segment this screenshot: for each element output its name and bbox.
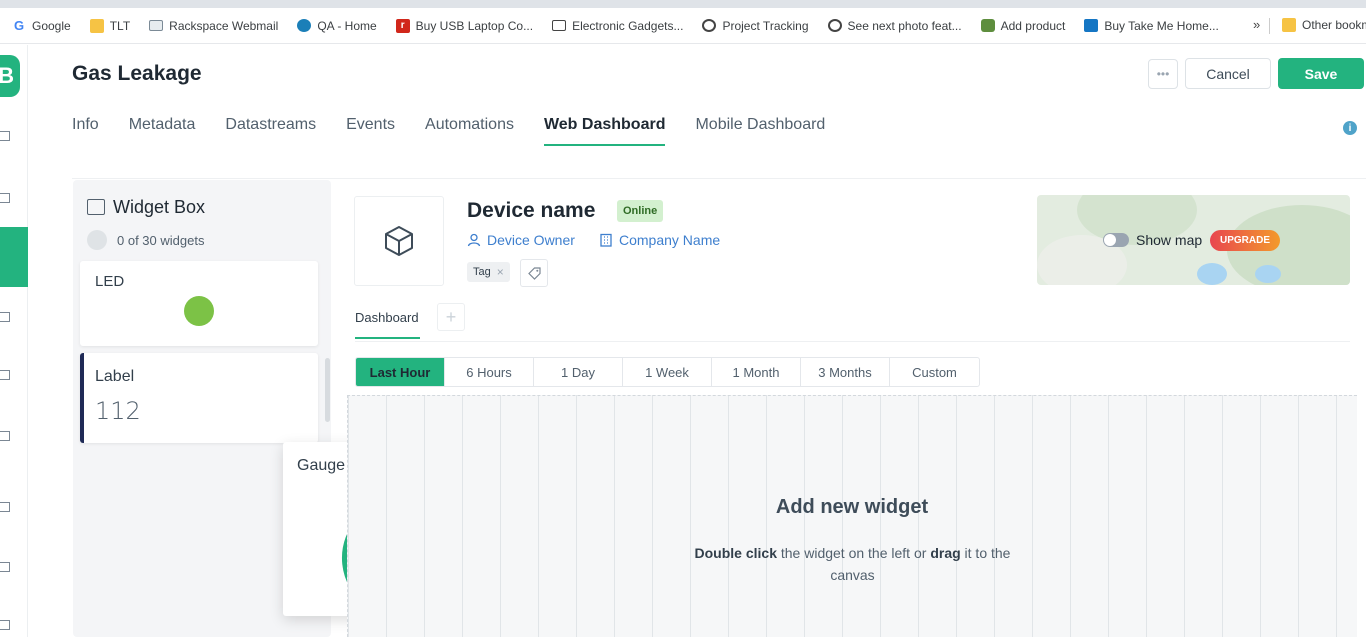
device-tag[interactable]: Tag ×	[467, 262, 510, 282]
add-widget-title: Add new widget	[775, 496, 929, 518]
led-indicator	[184, 296, 214, 326]
bookmarks-bar: G Google TLT Rackspace Webmail QA - Home …	[0, 8, 1366, 44]
developer-zone-nav-item[interactable]	[0, 227, 28, 287]
bookmark-rackspace[interactable]: Rackspace Webmail	[149, 19, 278, 33]
shopify-icon	[980, 19, 995, 32]
bookmark-qa-home[interactable]: QA - Home	[297, 19, 377, 33]
google-icon: G	[13, 18, 25, 33]
blynk-logo[interactable]: B	[0, 55, 20, 97]
tab-dashboard[interactable]: Dashboard	[355, 310, 420, 339]
widget-box-icon	[87, 199, 105, 215]
led-widget-title: LED	[95, 273, 125, 290]
browser-url-bar	[0, 0, 1366, 8]
device-image-placeholder[interactable]	[354, 196, 444, 286]
cancel-button[interactable]: Cancel	[1185, 58, 1271, 89]
show-map-label: Show map	[1136, 232, 1203, 248]
bookmark-usb-laptop[interactable]: r Buy USB Laptop Co...	[395, 18, 533, 33]
user-icon	[467, 233, 481, 247]
gadgets-icon	[552, 20, 567, 31]
range-1-day[interactable]: 1 Day	[534, 358, 623, 386]
folder-icon	[89, 18, 104, 33]
tab-info[interactable]: Info	[72, 116, 99, 146]
bookmark-add-product[interactable]: Add product	[980, 19, 1065, 33]
blynk-console: G Google TLT Rackspace Webmail QA - Home …	[0, 0, 1366, 637]
templates-nav-icon[interactable]	[0, 193, 10, 203]
tab-metadata[interactable]: Metadata	[129, 116, 196, 146]
more-options-button[interactable]: •••	[1148, 59, 1178, 89]
organizations-nav-icon[interactable]	[0, 502, 10, 512]
users-nav-icon[interactable]	[0, 431, 10, 441]
range-1-month[interactable]: 1 Month	[712, 358, 801, 386]
template-tabs: Info Metadata Datastreams Events Automat…	[72, 116, 855, 146]
device-owner-label: Device Owner	[487, 232, 575, 248]
range-last-hour[interactable]: Last Hour	[356, 358, 445, 386]
show-map-toggle[interactable]	[1103, 233, 1129, 247]
bookmark-tlt[interactable]: TLT	[89, 18, 130, 33]
label-widget-value: 112	[95, 397, 141, 425]
mail-icon	[149, 20, 164, 31]
widget-count: 0 of 30 widgets	[117, 233, 205, 248]
label-widget[interactable]: Label 112	[80, 353, 318, 443]
map-water	[1255, 265, 1281, 283]
bookmark-take-me-home[interactable]: Buy Take Me Home...	[1084, 19, 1219, 33]
range-6-hours[interactable]: 6 Hours	[445, 358, 534, 386]
save-button[interactable]: Save	[1278, 58, 1364, 89]
tab-web-dashboard[interactable]: Web Dashboard	[543, 116, 666, 146]
globe-icon	[702, 19, 717, 32]
time-range-selector: Last Hour 6 Hours 1 Day 1 Week 1 Month 3…	[355, 357, 980, 387]
automations-nav-icon[interactable]	[0, 370, 10, 380]
widget-usage-icon	[87, 230, 107, 250]
range-custom[interactable]: Custom	[890, 358, 979, 386]
devices-nav-icon[interactable]	[0, 312, 10, 322]
tag-remove-icon[interactable]: ×	[497, 265, 504, 279]
company-name-link[interactable]: Company Name	[599, 232, 720, 248]
usb-store-icon: r	[395, 18, 410, 33]
tag-icon	[527, 266, 541, 280]
range-1-week[interactable]: 1 Week	[623, 358, 712, 386]
bookmarks-overflow-button[interactable]: »	[1253, 17, 1260, 32]
page-title: Gas Leakage	[72, 62, 202, 85]
settings-nav-icon[interactable]	[0, 620, 10, 630]
upgrade-badge[interactable]: UPGRADE	[1210, 230, 1281, 251]
range-3-months[interactable]: 3 Months	[801, 358, 890, 386]
bookmark-next-photo[interactable]: See next photo feat...	[827, 19, 962, 33]
other-bookmarks[interactable]: Other bookm	[1282, 18, 1366, 32]
add-widget-hint: Double click the widget on the left or d…	[694, 545, 1011, 583]
device-owner-link[interactable]: Device Owner	[467, 232, 575, 248]
bookmarks-separator	[1269, 18, 1270, 34]
globe-icon	[827, 19, 842, 32]
map-water	[1197, 263, 1227, 285]
tag-label: Tag	[473, 266, 491, 278]
search-nav-icon[interactable]	[0, 131, 10, 141]
widget-box-title: Widget Box	[113, 197, 206, 217]
folder-icon	[1282, 18, 1296, 32]
label-widget-title: Label	[95, 368, 135, 385]
info-icon[interactable]: i	[1343, 121, 1357, 135]
led-widget[interactable]: LED	[80, 261, 318, 346]
add-dashboard-tab-button[interactable]: +	[437, 303, 465, 331]
status-badge: Online	[617, 200, 664, 222]
bookmark-project-tracking[interactable]: Project Tracking	[702, 19, 809, 33]
tab-datastreams[interactable]: Datastreams	[225, 116, 316, 146]
add-tag-button[interactable]	[520, 259, 548, 287]
device-name: Device name	[467, 199, 596, 222]
cube-icon	[385, 226, 413, 256]
tab-mobile-dashboard[interactable]: Mobile Dashboard	[695, 116, 825, 146]
locations-nav-icon[interactable]	[0, 562, 10, 572]
bookmark-electronic-gadgets[interactable]: Electronic Gadgets...	[552, 19, 683, 33]
divider	[72, 178, 1366, 179]
bookmark-google[interactable]: G Google	[12, 18, 71, 33]
tab-events[interactable]: Events	[346, 116, 395, 146]
store-icon	[1084, 19, 1099, 32]
left-nav: B	[0, 45, 28, 637]
building-icon	[600, 233, 612, 247]
company-name-label: Company Name	[619, 232, 721, 248]
qa-icon	[297, 19, 312, 32]
dashboard-tab-divider	[355, 341, 1350, 342]
tab-automations[interactable]: Automations	[425, 116, 514, 146]
widget-box-scrollbar[interactable]	[325, 358, 330, 422]
